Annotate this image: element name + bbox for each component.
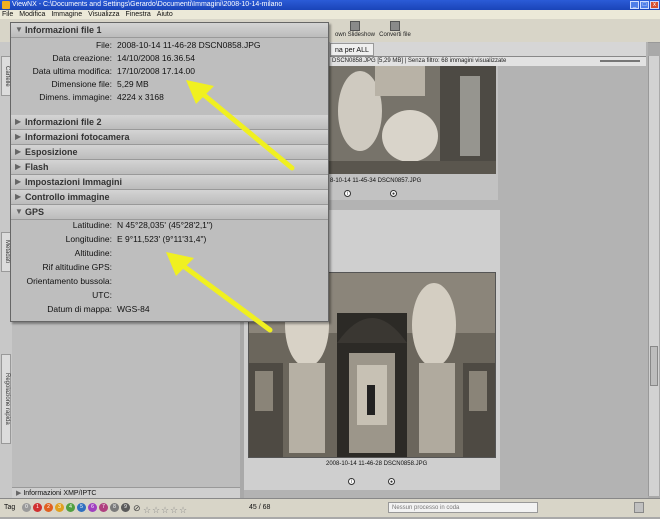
gps-row-altitude: Altitudine: [74, 248, 112, 258]
menu-finestra[interactable]: Finestra [125, 11, 150, 18]
expand-arrow-icon: ▶ [15, 192, 22, 201]
expand-arrow-icon: ▶ [15, 177, 22, 186]
menu-file[interactable]: File [2, 11, 13, 18]
star-1-icon[interactable]: ☆ [143, 501, 151, 519]
collapse-arrow-icon: ▼ [15, 25, 23, 34]
section-header-flash[interactable]: ▶ Flash [11, 160, 328, 175]
menu-visualizza[interactable]: Visualizza [88, 11, 119, 18]
browser-status-line: DSCN0858.JPG [5,29 MB] | Senza filtro: 6… [330, 57, 646, 66]
label-2-button[interactable]: 2 [44, 503, 53, 512]
expand-arrow-icon: ▶ [16, 490, 22, 497]
section-header-camera-info[interactable]: ▶ Informazioni fotocamera [11, 130, 328, 145]
gps-row-compass: Orientamento bussola: [26, 276, 112, 286]
trash-icon[interactable] [634, 502, 644, 513]
star-4-icon[interactable]: ☆ [170, 501, 178, 519]
label-3-button[interactable]: 3 [55, 503, 64, 512]
collapse-arrow-icon: ▼ [15, 207, 23, 216]
maximize-button[interactable]: □ [640, 1, 649, 9]
menu-immagine[interactable]: Immagine [51, 11, 82, 18]
window-title: ViewNX - C:\Documents and Settings\Gerar… [12, 1, 283, 8]
menu-aiuto[interactable]: Aiuto [157, 11, 173, 18]
menu-modifica[interactable]: Modifica [19, 11, 45, 18]
edit-icon[interactable]: ● [390, 190, 397, 197]
slideshow-button[interactable]: own Slideshow [332, 21, 378, 38]
gps-row-map-datum: Datum di mappa: WGS-84 [47, 304, 150, 314]
expand-arrow-icon: ▶ [15, 147, 22, 156]
info-row-image-size: Dimens. immagine: 4224 x 3168 [39, 92, 164, 102]
gps-row-utc: UTC: [92, 290, 112, 300]
star-2-icon[interactable]: ☆ [152, 501, 160, 519]
star-5-icon[interactable]: ☆ [179, 501, 187, 519]
no-rating-icon[interactable]: ⊘ [133, 499, 141, 517]
minimize-button[interactable]: _ [630, 1, 639, 9]
browser-tab-bar: na per ALL [330, 42, 646, 57]
app-icon [2, 1, 10, 9]
info-icon[interactable]: i [344, 190, 351, 197]
slideshow-icon [350, 21, 360, 31]
browser-tab[interactable]: na per ALL [330, 43, 374, 56]
section-header-image-settings[interactable]: ▶ Impostazioni Immagini [11, 175, 328, 190]
label-1-button[interactable]: 1 [33, 503, 42, 512]
label-9-button[interactable]: 9 [121, 503, 130, 512]
label-7-button[interactable]: 7 [99, 503, 108, 512]
info-icon[interactable]: i [348, 478, 355, 485]
menu-bar: File Modifica Immagine Visualizza Finestra Ai… [0, 10, 660, 19]
label-8-button[interactable]: 8 [110, 503, 119, 512]
process-queue-field[interactable]: Nessun processo in coda [388, 502, 538, 513]
section-header-picture-control[interactable]: ▶ Controllo immagine [11, 190, 328, 205]
thumbnail-caption: 8-10-14 11-45-34 DSCN0857.JPG [330, 178, 422, 184]
info-row-file: File: 2008-10-14 11-46-28 DSCN0858.JPG [95, 40, 261, 50]
label-4-button[interactable]: 4 [66, 503, 75, 512]
tag-label: Tag [4, 504, 16, 511]
convert-file-button[interactable]: Converti file [378, 21, 412, 38]
info-row-modified-date: Data ultima modifica: 17/10/2008 17.14.00 [32, 66, 195, 76]
section-header-file-info-1[interactable]: ▼ Informazioni file 1 [11, 23, 328, 38]
convert-file-icon [390, 21, 400, 31]
scrollbar-thumb[interactable] [650, 346, 658, 386]
tab-regolazione-rapida[interactable]: Regolazione rapida [1, 354, 11, 444]
section-header-exposure[interactable]: ▶ Esposizione [11, 145, 328, 160]
label-5-button[interactable]: 5 [77, 503, 86, 512]
page-counter: 45 / 68 [249, 504, 271, 511]
info-row-file-size: Dimensione file: 5,29 MB [51, 79, 149, 89]
thumbnail-photo[interactable] [320, 66, 496, 174]
statue-photo-image [320, 66, 496, 174]
expand-arrow-icon: ▶ [15, 162, 22, 171]
label-0-button[interactable]: 0 [22, 503, 31, 512]
edit-icon[interactable]: ● [388, 478, 395, 485]
info-row-creation-date: Data creazione: 14/10/2008 16.36.54 [52, 53, 195, 63]
file-info-panel: ▼ Informazioni file 1 File: 2008-10-14 11… [10, 22, 329, 322]
section-header-file-info-2[interactable]: ▶ Informazioni file 2 [11, 115, 328, 130]
label-6-button[interactable]: 6 [88, 503, 97, 512]
browser-scrollbar[interactable] [648, 56, 659, 496]
gps-row-altitude-ref: Rif altitudine GPS: [42, 262, 112, 272]
expand-arrow-icon: ▶ [15, 132, 22, 141]
thumbnail-caption: 2008-10-14 11-46-28 DSCN0858.JPG [326, 461, 428, 467]
section-header-gps[interactable]: ▼ GPS [11, 205, 328, 220]
thumbnail-size-slider[interactable] [600, 60, 640, 62]
close-button[interactable]: x [650, 1, 659, 9]
bottom-status-bar: Tag 0 1 2 3 4 5 6 7 8 9 ⊘ ☆ ☆ ☆ ☆ ☆ 45 /… [0, 498, 660, 517]
title-bar: ViewNX - C:\Documents and Settings\Gerar… [0, 0, 660, 10]
gps-row-latitude: Latitudine: N 45°28,035' (45°28'2,1") [72, 220, 213, 230]
star-3-icon[interactable]: ☆ [161, 501, 169, 519]
gps-row-longitude: Longitudine: E 9°11,523' (9°11'31,4") [65, 234, 207, 244]
expand-arrow-icon: ▶ [15, 117, 22, 126]
